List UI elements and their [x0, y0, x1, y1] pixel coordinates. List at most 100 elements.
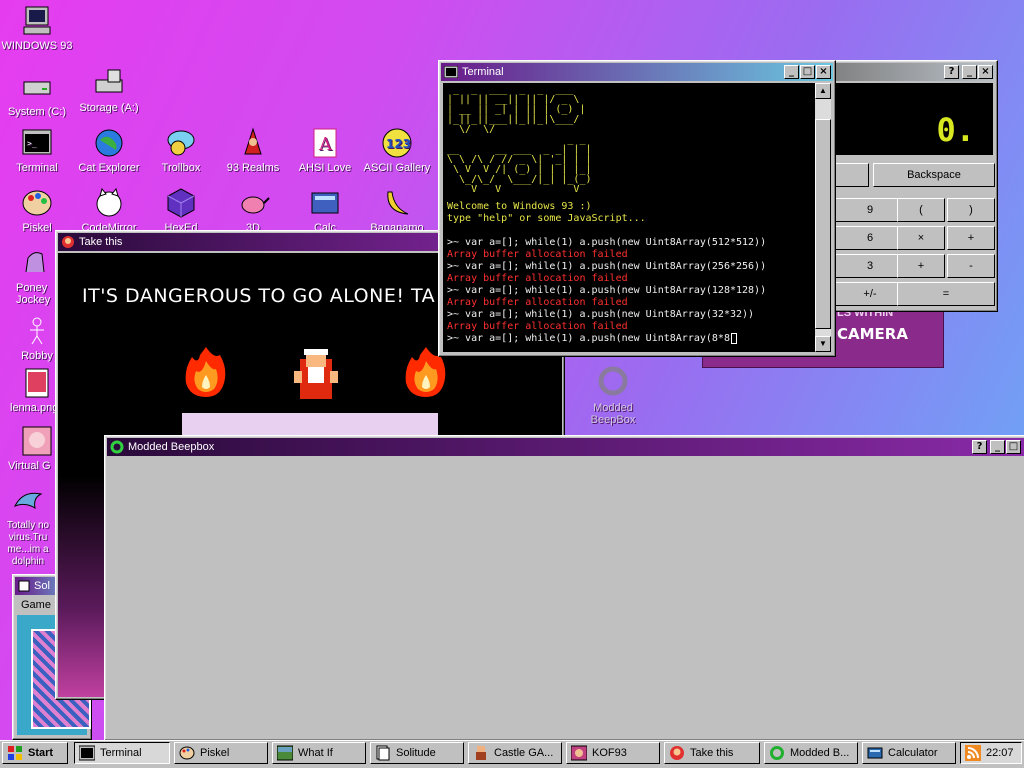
terminal-titlebar[interactable]: Terminal: [441, 63, 833, 81]
letter-a-icon: A: [313, 128, 337, 158]
poster-title: CAMERA: [837, 325, 908, 343]
desktop-icon-bananamo[interactable]: Bananamo: [360, 186, 434, 234]
desktop-icon-dolphin[interactable]: Totally no virus.Tru me...im a dolphin: [0, 484, 56, 568]
terminal-prompt-line[interactable]: >~ var a=[]; while(1) a.push(new Uint8Ar…: [447, 333, 811, 345]
fire-left-icon: [185, 347, 226, 397]
desktop-icon-hexed[interactable]: HexEd: [144, 186, 218, 234]
taskbar-item-kof93[interactable]: KOF93: [566, 742, 660, 764]
calc-key-minus[interactable]: -: [947, 254, 995, 278]
terminal-output[interactable]: _ _ ___ _ _ ___ | || || __|| || |/ _ \ |…: [443, 83, 815, 352]
terminal-window[interactable]: Terminal _ □ × _ _ ___ _ _ ___ | || || _…: [438, 60, 836, 357]
taskbar-item-terminal[interactable]: Terminal: [74, 742, 170, 764]
terminal-icon: [444, 66, 458, 78]
desktop-icon-storage-a[interactable]: Storage (A:): [72, 66, 146, 114]
beepbox-ring-icon: [110, 440, 124, 454]
desktop-icon-windows93[interactable]: WINDOWS 93: [0, 4, 74, 52]
calculator-display: 0.: [831, 83, 993, 155]
old-man-sprite-icon: [294, 349, 338, 399]
desktop-icon-cat-explorer[interactable]: Cat Explorer: [72, 126, 146, 174]
terminal-command: >~ var a=[]; while(1) a.push(new Uint8Ar…: [447, 309, 755, 320]
numbers-123-icon: 123: [382, 128, 412, 158]
window-title: Take this: [79, 236, 123, 248]
desktop-icon-system-c[interactable]: System (C:): [0, 70, 74, 118]
scroll-down-arrow[interactable]: ▼: [815, 336, 831, 352]
desktop-icon-calc[interactable]: Calc: [288, 186, 362, 234]
taskbar-item-castle-ga[interactable]: Castle GA...: [468, 742, 562, 764]
terminal-current-input[interactable]: >~ var a=[]; while(1) a.push(new Uint8Ar…: [447, 333, 730, 345]
desktop-icon-label: Cat Explorer: [78, 162, 140, 174]
beepbox-titlebar[interactable]: Modded Beepbox: [107, 438, 1024, 456]
desktop-icon-ahsi-love[interactable]: A AHSI Love: [288, 126, 362, 174]
desktop-icon-3d[interactable]: 3D: [216, 186, 290, 234]
palette-icon: [22, 190, 52, 216]
desktop-icon-93-realms[interactable]: 93 Realms: [216, 126, 290, 174]
old-man-icon: [670, 746, 684, 760]
desktop-icon-terminal[interactable]: >_ Terminal: [0, 126, 74, 174]
calc-key-open-paren[interactable]: (: [897, 198, 945, 222]
chat-bubble-icon: [167, 130, 195, 156]
svg-text:A: A: [318, 134, 333, 155]
minimize-button[interactable]: _: [784, 65, 799, 79]
desktop-icon-codemirror[interactable]: CodeMirror: [72, 186, 146, 234]
minimize-button[interactable]: _: [990, 440, 1005, 454]
taskbar-item-modded-beepbox[interactable]: Modded B...: [764, 742, 858, 764]
maximize-button[interactable]: □: [800, 65, 815, 79]
taskbar-item-label: Piskel: [200, 747, 230, 759]
svg-text:123: 123: [386, 137, 411, 151]
globe-cat-icon: [95, 129, 123, 157]
help-button[interactable]: ?: [972, 440, 987, 454]
fighter-icon: [571, 745, 587, 761]
desktop-icon-modded-beepbox[interactable]: Modded BeepBox: [576, 366, 650, 426]
window-title: Modded Beepbox: [128, 441, 215, 453]
desktop-icon-label: System (C:): [7, 106, 67, 118]
taskbar-item-piskel[interactable]: Piskel: [174, 742, 268, 764]
calc-blank-key[interactable]: [831, 163, 869, 187]
scroll-thumb[interactable]: [815, 119, 831, 329]
taskbar-item-label: Terminal: [100, 747, 142, 759]
calc-backspace-key[interactable]: Backspace: [873, 163, 995, 187]
dangerous-caption: IT'S DANGEROUS TO GO ALONE! TA: [82, 285, 436, 307]
taskbar-item-label: Take this: [690, 747, 734, 759]
desktop-icon-label: AHSI Love: [298, 162, 352, 174]
close-button[interactable]: ×: [816, 65, 831, 79]
pony-icon: [25, 252, 45, 273]
minimize-button[interactable]: _: [962, 65, 977, 79]
rss-feed-icon[interactable]: [965, 745, 981, 761]
desktop-icon-ascii-gallery[interactable]: 123 ASCII Gallery: [360, 126, 434, 174]
taskbar-item-label: Solitude: [396, 747, 436, 759]
desktop-icon-label: Terminal: [16, 162, 58, 174]
desktop-icon-label: Modded BeepBox: [590, 402, 636, 426]
taskbar-item-calculator[interactable]: Calculator: [862, 742, 956, 764]
desktop-icon-piskel[interactable]: Piskel: [0, 186, 74, 234]
taskbar-item-take-this[interactable]: Take this: [664, 742, 760, 764]
terminal-scrollbar[interactable]: ▲ ▼: [815, 83, 831, 352]
scroll-up-arrow[interactable]: ▲: [815, 83, 831, 99]
taskbar-item-solitude[interactable]: Solitude: [370, 742, 464, 764]
desktop-icon-label: 93 Realms: [226, 162, 280, 174]
taskbar-item-label: Castle GA...: [494, 747, 554, 759]
beepbox-window[interactable]: Modded Beepbox ? _ □: [104, 435, 1024, 741]
start-button[interactable]: Start: [2, 742, 68, 764]
solitude-menu-game[interactable]: Game: [21, 599, 51, 611]
calc-key-multiply[interactable]: ×: [897, 226, 945, 250]
cube-icon: [167, 188, 195, 218]
terminal-error: Array buffer allocation failed: [447, 273, 628, 284]
calc-key-add[interactable]: +: [947, 226, 995, 250]
calc-key-plus[interactable]: +: [897, 254, 945, 278]
taskbar-item-label: Modded B...: [790, 747, 850, 759]
terminal-icon: >_: [22, 129, 52, 155]
taskbar-item-label: KOF93: [592, 747, 627, 759]
cat-face-icon: [96, 187, 122, 217]
help-button[interactable]: ?: [944, 65, 959, 79]
desktop-icon-label: Trollbox: [161, 162, 201, 174]
banana-icon: [387, 191, 409, 215]
close-button[interactable]: ×: [978, 65, 993, 79]
beepbox-content: [107, 458, 1024, 738]
floppy-drive-icon: [95, 69, 123, 93]
desktop-icon-trollbox[interactable]: Trollbox: [144, 126, 218, 174]
maximize-button[interactable]: □: [1006, 440, 1021, 454]
calc-key-equals[interactable]: =: [897, 282, 995, 306]
calculator-window[interactable]: ? _ × 0. Backspace 9 ( ) 6 × + 3 + - +/-…: [826, 60, 998, 312]
taskbar-item-what-if[interactable]: What If: [272, 742, 366, 764]
calc-key-close-paren[interactable]: ): [947, 198, 995, 222]
